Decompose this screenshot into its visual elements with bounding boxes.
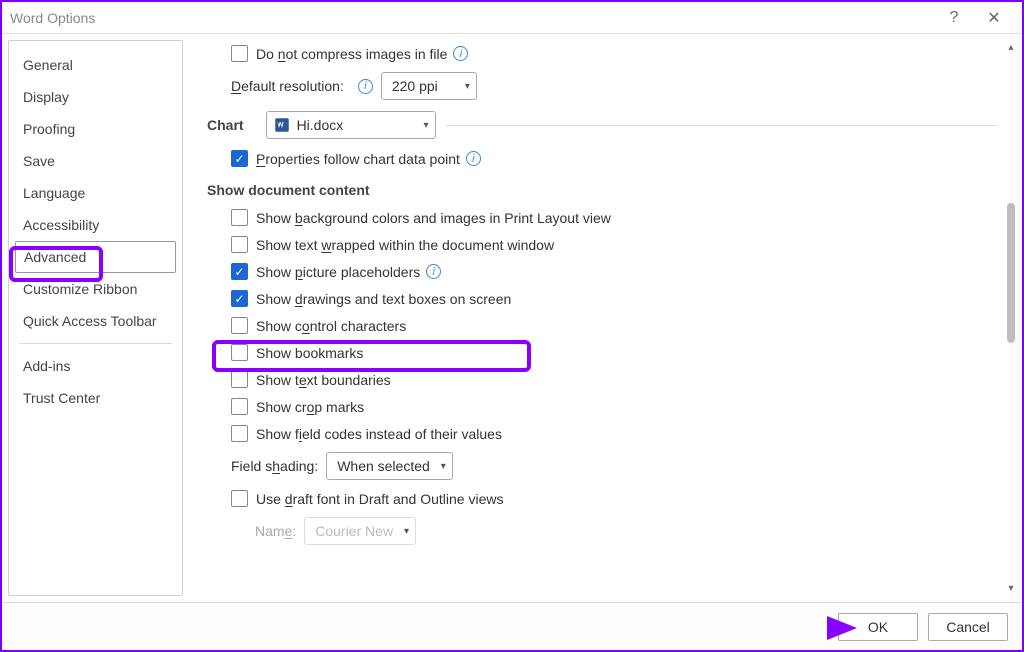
draft-font-name-select: Courier New ▾ — [304, 517, 416, 545]
vertical-scrollbar[interactable]: ▴ ▾ — [1004, 42, 1018, 594]
chevron-down-icon: ▾ — [465, 81, 470, 92]
section-chart: Chart — [207, 117, 244, 133]
checkbox-label: Show background colors and images in Pri… — [256, 210, 611, 226]
default-resolution-value: 220 ppi — [392, 78, 438, 94]
sidebar-item-addins[interactable]: Add-ins — [9, 350, 182, 382]
cancel-button[interactable]: Cancel — [928, 613, 1008, 641]
chevron-down-icon: ▾ — [424, 120, 429, 131]
checkbox-bookmarks[interactable]: Show bookmarks — [231, 344, 363, 361]
checkbox-label: Use draft font in Draft and Outline view… — [256, 491, 503, 507]
section-show-document-content: Show document content — [207, 172, 998, 204]
checkbox-icon — [231, 371, 248, 388]
sidebar-item-customize-ribbon[interactable]: Customize Ribbon — [9, 273, 182, 305]
word-options-dialog: Word Options ? ✕ General Display Proofin… — [0, 0, 1024, 652]
checkbox-icon — [231, 263, 248, 280]
checkbox-icon — [231, 209, 248, 226]
chevron-down-icon: ▾ — [404, 526, 409, 537]
chevron-down-icon: ▾ — [441, 461, 446, 472]
sidebar-item-quick-access[interactable]: Quick Access Toolbar — [9, 305, 182, 337]
scroll-down-icon[interactable]: ▾ — [1008, 583, 1013, 594]
checkbox-label: Show drawings and text boxes on screen — [256, 291, 511, 307]
draft-font-name-value: Courier New — [315, 523, 393, 539]
checkbox-label: Show picture placeholders — [256, 264, 420, 280]
field-shading-value: When selected — [337, 458, 430, 474]
checkbox-icon — [231, 425, 248, 442]
checkbox-icon — [231, 490, 248, 507]
window-title: Word Options — [10, 10, 934, 26]
sidebar-item-trust-center[interactable]: Trust Center — [9, 382, 182, 414]
sidebar-item-advanced[interactable]: Advanced — [15, 241, 176, 273]
sidebar-item-save[interactable]: Save — [9, 145, 182, 177]
checkbox-picture-placeholders[interactable]: Show picture placeholders — [231, 263, 420, 280]
word-document-icon — [273, 116, 291, 134]
checkbox-icon — [231, 344, 248, 361]
category-sidebar: General Display Proofing Save Language A… — [8, 40, 183, 596]
sidebar-item-accessibility[interactable]: Accessibility — [9, 209, 182, 241]
checkbox-bg-colors[interactable]: Show background colors and images in Pri… — [231, 209, 611, 226]
help-icon[interactable]: i — [426, 264, 441, 279]
sidebar-item-proofing[interactable]: Proofing — [9, 113, 182, 145]
checkbox-icon — [231, 290, 248, 307]
checkbox-text-wrapped[interactable]: Show text wrapped within the document wi… — [231, 236, 554, 253]
close-icon[interactable]: ✕ — [974, 8, 1014, 28]
default-resolution-select[interactable]: 220 ppi ▾ — [381, 72, 477, 100]
ok-button[interactable]: OK — [838, 613, 918, 641]
checkbox-do-not-compress[interactable]: Do not compress images in file — [231, 45, 447, 62]
checkbox-label: Show text boundaries — [256, 372, 391, 388]
help-icon[interactable]: i — [358, 79, 373, 94]
checkbox-drawings-textboxes[interactable]: Show drawings and text boxes on screen — [231, 290, 511, 307]
checkbox-label: Show text wrapped within the document wi… — [256, 237, 554, 253]
help-icon[interactable]: i — [453, 46, 468, 61]
checkbox-icon — [231, 150, 248, 167]
checkbox-icon — [231, 317, 248, 334]
checkbox-label: Show control characters — [256, 318, 406, 334]
sidebar-item-display[interactable]: Display — [9, 81, 182, 113]
scroll-thumb[interactable] — [1007, 203, 1015, 343]
checkbox-properties-follow[interactable]: Properties follow chart data point — [231, 150, 460, 167]
draft-font-name-label: Name: — [255, 523, 296, 539]
sidebar-separator — [19, 343, 172, 344]
help-icon[interactable]: ? — [934, 9, 974, 27]
sidebar-item-language[interactable]: Language — [9, 177, 182, 209]
scroll-track[interactable] — [1004, 53, 1018, 583]
checkbox-label: Properties follow chart data point — [256, 151, 460, 167]
scroll-up-icon[interactable]: ▴ — [1008, 42, 1013, 53]
default-resolution-label: Default resolution: — [231, 78, 344, 94]
help-icon[interactable]: i — [466, 151, 481, 166]
titlebar: Word Options ? ✕ — [2, 2, 1022, 34]
checkbox-field-codes[interactable]: Show field codes instead of their values — [231, 425, 502, 442]
checkbox-icon — [231, 398, 248, 415]
checkbox-crop-marks[interactable]: Show crop marks — [231, 398, 364, 415]
options-content: Do not compress images in file i Default… — [197, 34, 998, 602]
checkbox-icon — [231, 45, 248, 62]
chart-document-select[interactable]: Hi.docx ▾ — [266, 111, 436, 139]
checkbox-label: Do not compress images in file — [256, 46, 447, 62]
chart-document-value: Hi.docx — [297, 117, 344, 133]
checkbox-label: Show crop marks — [256, 399, 364, 415]
checkbox-label: Show field codes instead of their values — [256, 426, 502, 442]
checkbox-label: Show bookmarks — [256, 345, 363, 361]
checkbox-icon — [231, 236, 248, 253]
dialog-footer: OK Cancel — [2, 602, 1022, 650]
sidebar-item-general[interactable]: General — [9, 49, 182, 81]
field-shading-label: Field shading: — [231, 458, 318, 474]
checkbox-draft-font[interactable]: Use draft font in Draft and Outline view… — [231, 490, 503, 507]
checkbox-text-boundaries[interactable]: Show text boundaries — [231, 371, 391, 388]
field-shading-select[interactable]: When selected ▾ — [326, 452, 453, 480]
checkbox-control-chars[interactable]: Show control characters — [231, 317, 406, 334]
